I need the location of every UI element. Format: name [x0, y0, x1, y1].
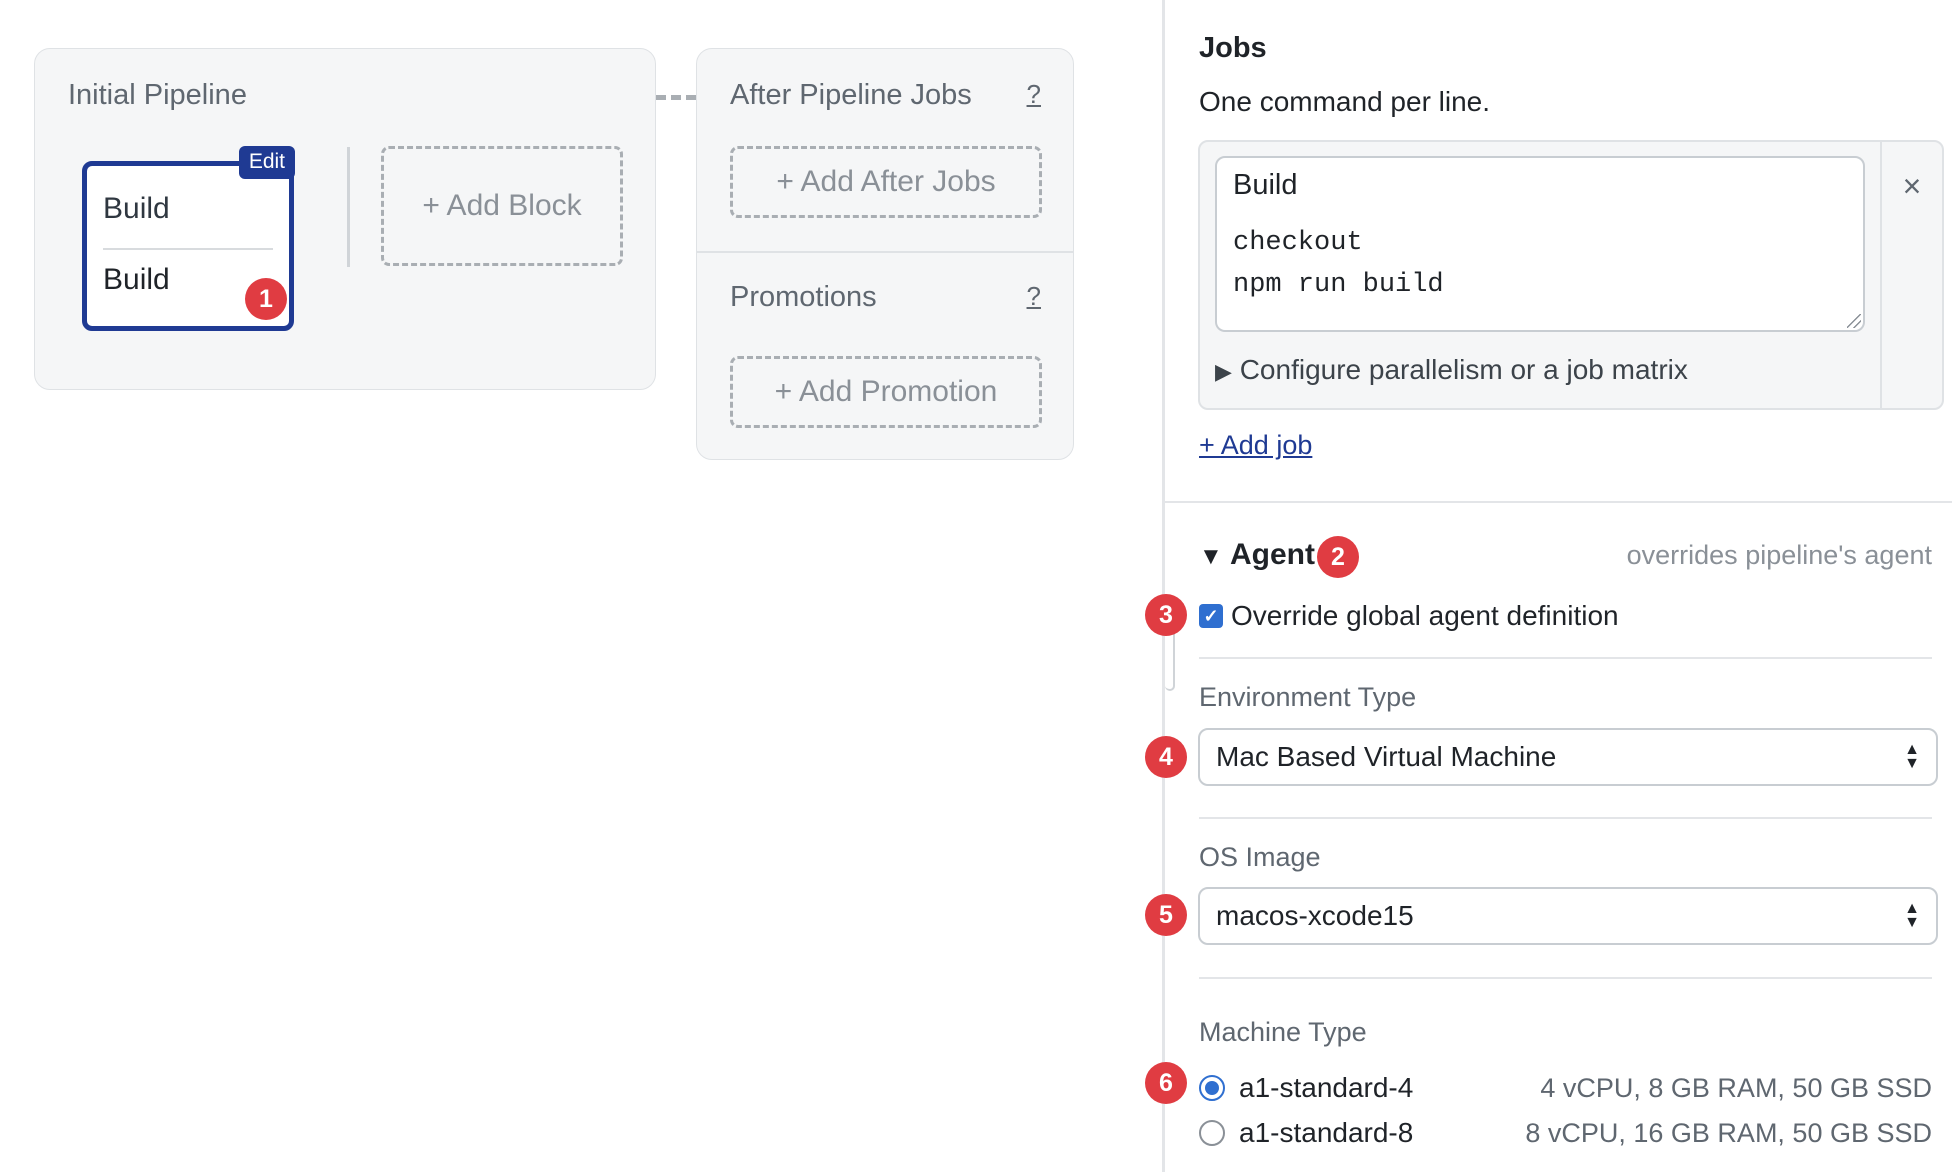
caret-right-icon: ▶ — [1215, 359, 1232, 384]
machine-spec: 8 vCPU, 16 GB RAM, 50 GB SSD — [1525, 1117, 1932, 1148]
block-name: Build — [103, 192, 170, 225]
jobs-subtitle: One command per line. — [1199, 86, 1491, 117]
environment-type-label: Environment Type — [1199, 682, 1417, 712]
machine-option-a1-standard-8[interactable]: a1-standard-8 8 vCPU, 16 GB RAM, 50 GB S… — [1199, 1117, 1932, 1149]
block-separator — [347, 147, 350, 267]
block-editor-panel: Jobs One command per line. checkout npm … — [1145, 0, 1952, 1172]
field-divider — [1199, 817, 1932, 819]
build-block[interactable]: Edit Build Build 1 — [82, 146, 295, 331]
configure-parallelism-label: Configure parallelism or a job matrix — [1239, 354, 1688, 385]
os-image-value: macos-xcode15 — [1216, 900, 1414, 931]
block-edit-tag[interactable]: Edit — [238, 146, 295, 179]
machine-radio-a1-standard-4[interactable] — [1199, 1075, 1225, 1101]
step-badge-6: 6 — [1145, 1062, 1187, 1104]
agent-title: Agent — [1230, 538, 1315, 571]
after-jobs-help-link[interactable]: ? — [1027, 79, 1041, 110]
machine-spec: 4 vCPU, 8 GB RAM, 50 GB SSD — [1540, 1072, 1932, 1103]
step-badge-3: 3 — [1145, 594, 1187, 636]
promotions-title: Promotions — [730, 281, 877, 313]
agent-override-note: overrides pipeline's agent — [1626, 540, 1932, 570]
after-pipeline-card: After Pipeline Jobs ? + Add After Jobs P… — [696, 48, 1074, 460]
override-agent-checkbox[interactable]: ✓ — [1199, 604, 1223, 628]
agent-section-toggle[interactable]: ▼ Agent — [1199, 538, 1315, 572]
environment-type-select[interactable]: Mac Based Virtual Machine ▲ ▼ — [1198, 728, 1938, 786]
field-divider — [1199, 657, 1932, 659]
field-divider — [1199, 977, 1932, 979]
step-badge-5: 5 — [1145, 894, 1187, 936]
step-badge-1: 1 — [245, 278, 287, 320]
promotions-help-link[interactable]: ? — [1027, 281, 1041, 312]
pipeline-title: Initial Pipeline — [68, 79, 247, 111]
section-divider — [1165, 501, 1952, 503]
override-agent-label: Override global agent definition — [1231, 600, 1619, 631]
machine-name: a1-standard-8 — [1239, 1117, 1414, 1148]
job-commands-textarea[interactable]: checkout npm run build — [1215, 212, 1865, 332]
close-icon[interactable]: × — [1880, 168, 1944, 205]
pipeline-connector — [656, 95, 696, 100]
machine-type-label: Machine Type — [1199, 1017, 1367, 1047]
select-arrows-icon: ▲ ▼ — [1904, 741, 1920, 772]
os-image-select[interactable]: macos-xcode15 ▲ ▼ — [1198, 887, 1938, 945]
add-job-link[interactable]: + Add job — [1199, 430, 1312, 461]
step-badge-2: 2 — [1317, 536, 1359, 578]
configure-parallelism-toggle[interactable]: ▶ Configure parallelism or a job matrix — [1215, 354, 1688, 386]
initial-pipeline-card: Initial Pipeline Edit Build Build 1 + Ad… — [34, 48, 656, 390]
job-editor: checkout npm run build ▶ Configure paral… — [1198, 140, 1944, 410]
after-card-divider — [697, 251, 1073, 253]
os-image-label: OS Image — [1199, 842, 1321, 872]
job-name-input[interactable] — [1215, 156, 1865, 214]
machine-option-a1-standard-4[interactable]: a1-standard-4 4 vCPU, 8 GB RAM, 50 GB SS… — [1199, 1072, 1932, 1104]
environment-type-value: Mac Based Virtual Machine — [1216, 741, 1557, 772]
add-block-button[interactable]: + Add Block — [381, 146, 623, 266]
machine-radio-a1-standard-8[interactable] — [1199, 1120, 1225, 1146]
step-badge-4: 4 — [1145, 736, 1187, 778]
add-promotion-button[interactable]: + Add Promotion — [730, 356, 1042, 428]
caret-down-icon: ▼ — [1199, 543, 1223, 570]
workflow-canvas: Initial Pipeline Edit Build Build 1 + Ad… — [0, 0, 1162, 1172]
override-agent-row: ✓ Override global agent definition — [1199, 600, 1619, 632]
jobs-heading: Jobs — [1199, 32, 1267, 64]
select-arrows-icon: ▲ ▼ — [1904, 900, 1920, 931]
add-after-jobs-button[interactable]: + Add After Jobs — [730, 146, 1042, 218]
block-job-name: Build — [103, 263, 170, 296]
machine-name: a1-standard-4 — [1239, 1072, 1414, 1103]
block-divider — [103, 248, 273, 250]
after-jobs-title: After Pipeline Jobs — [730, 79, 972, 111]
